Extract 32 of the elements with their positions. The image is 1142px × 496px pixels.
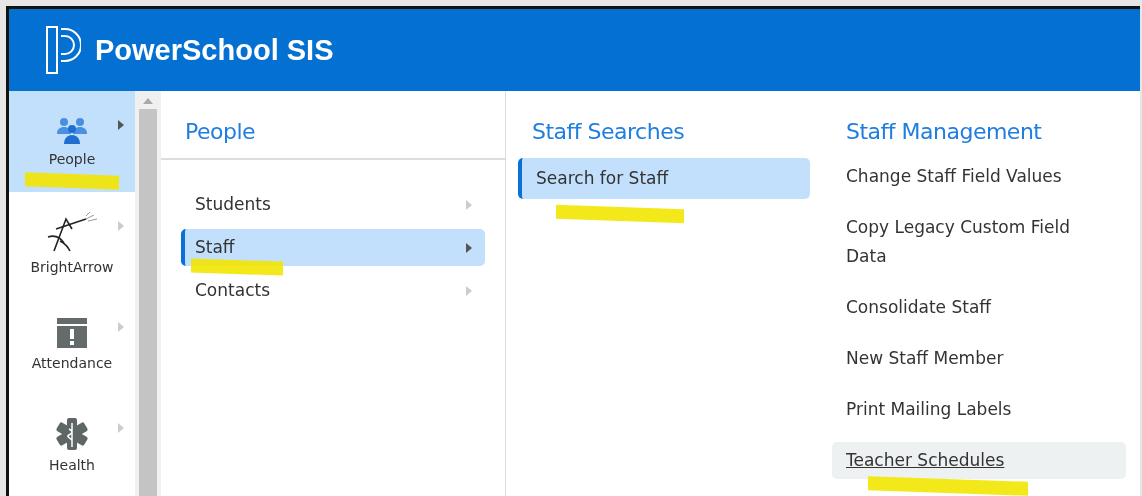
caret-icon — [117, 119, 125, 131]
menu-link[interactable]: Print Mailing Labels — [832, 391, 1126, 428]
menu-item[interactable]: Students — [181, 186, 485, 223]
panel-title: Staff Searches — [532, 119, 686, 144]
menu-item[interactable]: Search for Staff — [518, 158, 810, 199]
menu-link[interactable]: New Staff Member — [832, 340, 1126, 377]
caret-icon — [117, 422, 125, 434]
sidebar-item[interactable]: People — [9, 91, 135, 192]
caret-icon — [465, 198, 473, 211]
app-title: PowerSchool SIS — [95, 33, 334, 67]
menu-item[interactable]: Staff — [181, 229, 485, 266]
sidebar-label: Attendance — [31, 354, 113, 371]
menu-link[interactable]: Change Staff Field Values — [832, 158, 1126, 195]
logo-icon — [45, 25, 81, 75]
caret-icon — [117, 321, 125, 333]
menu-link[interactable]: Copy Legacy Custom Field Data — [832, 209, 1126, 275]
panel-title: Staff Management — [846, 119, 1043, 144]
menu-item[interactable]: Contacts — [181, 272, 485, 309]
sidebar-label: People — [48, 150, 96, 167]
caret-icon — [465, 284, 473, 297]
caret-icon — [465, 241, 473, 254]
people-icon — [55, 116, 89, 145]
panel-title: People — [185, 119, 257, 144]
caret-icon — [117, 220, 125, 232]
sidebar-label: BrightArrow — [30, 258, 114, 275]
scroll-up-icon[interactable] — [143, 97, 153, 105]
sidebar-label: Health — [49, 456, 95, 473]
scrollbar-thumb[interactable] — [139, 109, 157, 496]
medical-star-icon — [55, 416, 89, 451]
menu-link[interactable]: Consolidate Staff — [832, 289, 1126, 326]
calendar-alert-icon — [56, 316, 88, 349]
menu-link[interactable]: Teacher Schedules — [832, 442, 1126, 479]
